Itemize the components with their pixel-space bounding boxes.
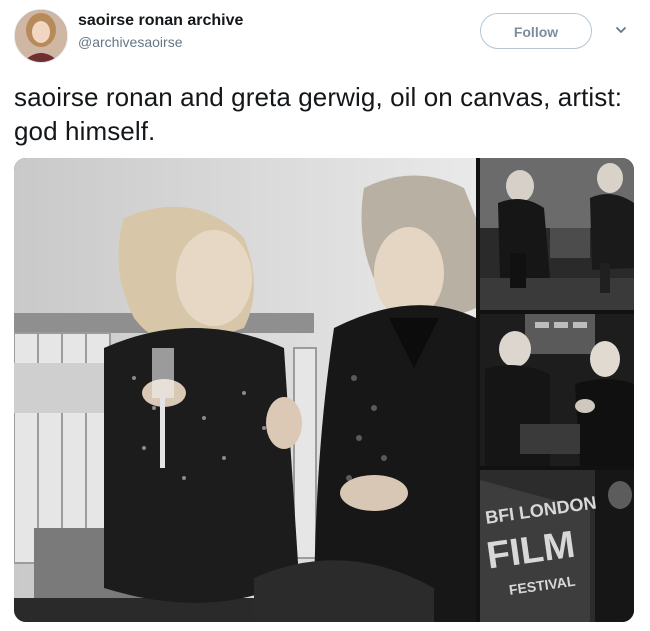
avatar[interactable]: [14, 9, 68, 63]
tweet-text: saoirse ronan and greta gerwig, oil on c…: [14, 82, 623, 146]
photo-thumbnail-1[interactable]: [480, 158, 634, 310]
chevron-down-icon[interactable]: [614, 23, 628, 37]
photo-thumbnail-3[interactable]: BFI LONDON FILM FESTIVAL: [480, 470, 634, 622]
user-handle[interactable]: @archivesaoirse: [78, 31, 243, 53]
photo-main[interactable]: [14, 158, 476, 622]
display-name[interactable]: saoirse ronan archive: [78, 11, 243, 31]
media-grid: BFI LONDON FILM FESTIVAL: [14, 158, 634, 622]
photo-thumbnail-2[interactable]: [480, 314, 634, 466]
tweet-header: saoirse ronan archive @archivesaoirse Fo…: [14, 9, 636, 65]
user-names: saoirse ronan archive @archivesaoirse: [78, 11, 243, 53]
follow-button[interactable]: Follow: [480, 13, 592, 49]
